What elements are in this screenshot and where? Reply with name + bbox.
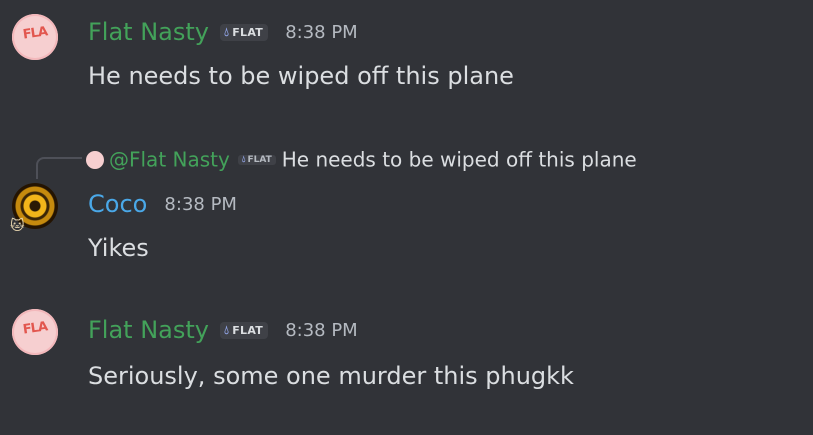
message-content: Seriously, some one murder this phugkk (88, 362, 574, 390)
avatar-logo-icon: FLA (21, 24, 49, 43)
server-tag-badge[interactable]: 💧︎ FLAT (220, 321, 269, 339)
timestamp: 8:38 PM (285, 21, 358, 43)
timestamp: 8:38 PM (164, 193, 237, 215)
droplet-icon: 💧︎ (224, 24, 230, 39)
droplet-icon: 💧︎ (224, 322, 230, 337)
timestamp: 8:38 PM (285, 319, 358, 341)
reply-text: He needs to be wiped off this plane (281, 147, 637, 172)
avatar[interactable]: FLA (12, 14, 58, 60)
reply-avatar (86, 150, 104, 169)
server-tag-badge[interactable]: 💧︎ FLAT (220, 23, 269, 41)
username[interactable]: Coco (88, 190, 147, 218)
reply-connector (36, 157, 82, 179)
reply-preview[interactable]: @Flat Nasty 💧︎ FLAT He needs to be wiped of… (86, 146, 637, 172)
server-tag-label: FLAT (232, 25, 264, 39)
message-content: He needs to be wiped off this plane (88, 62, 514, 90)
message-header: Flat Nasty 💧︎ FLAT 8:38 PM (88, 316, 358, 346)
reply-server-tag: 💧︎ FLAT (237, 154, 276, 165)
username[interactable]: Flat Nasty (88, 18, 209, 46)
avatar-logo-icon: FLA (21, 319, 49, 338)
username[interactable]: Flat Nasty (88, 316, 209, 344)
droplet-icon: 💧︎ (241, 154, 246, 165)
message-header: Flat Nasty 💧︎ FLAT 8:38 PM (88, 18, 358, 48)
cat-decoration-icon: 🐱︎ (10, 218, 25, 234)
server-tag-label: FLAT (232, 323, 264, 337)
reply-tag-label: FLAT (247, 154, 272, 165)
chat-message-list: FLA Flat Nasty 💧︎ FLAT 8:38 PM He needs t… (0, 0, 813, 435)
message-content: Yikes (88, 234, 149, 262)
message-header: Coco 8:38 PM (88, 190, 237, 220)
avatar[interactable]: FLA (12, 309, 58, 355)
reply-username[interactable]: @Flat Nasty (109, 148, 230, 172)
